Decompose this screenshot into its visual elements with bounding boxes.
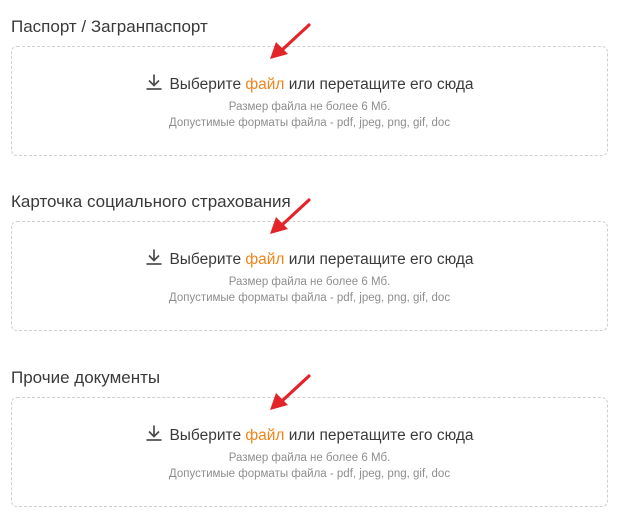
choose-text: Выберите (169, 251, 242, 268)
choose-file-link[interactable]: файл (245, 251, 284, 268)
file-dropzone[interactable]: Выберите файл или перетащите его сюда Ра… (11, 221, 608, 331)
drag-here-text: или перетащите его сюда (288, 76, 474, 93)
download-arrow-icon (146, 425, 162, 441)
drag-here-text: или перетащите его сюда (288, 427, 474, 444)
file-formats-hint: Допустимые форматы файла - pdf, jpeg, pn… (168, 292, 451, 304)
dropzone-main-text: Выберите файл или перетащите его сюда (12, 424, 607, 446)
drag-here-text: или перетащите его сюда (288, 251, 474, 268)
file-size-hint: Размер файла не более 6 Мб. (228, 101, 391, 113)
file-formats-hint: Допустимые форматы файла - pdf, jpeg, pn… (168, 468, 451, 480)
file-size-hint: Размер файла не более 6 Мб. (228, 452, 391, 464)
download-arrow-icon (146, 74, 162, 90)
section-title: Прочие документы (11, 368, 161, 387)
choose-file-link[interactable]: файл (245, 76, 284, 93)
choose-file-link[interactable]: файл (245, 427, 284, 444)
dropzone-main-text: Выберите файл или перетащите его сюда (12, 73, 607, 95)
download-arrow-icon (146, 249, 162, 265)
section-title: Паспорт / Загранпаспорт (11, 17, 208, 36)
file-size-hint: Размер файла не более 6 Мб. (228, 276, 391, 288)
choose-text: Выберите (169, 76, 242, 93)
dropzone-main-text: Выберите файл или перетащите его сюда (12, 248, 607, 270)
file-dropzone[interactable]: Выберите файл или перетащите его сюда Ра… (11, 397, 608, 507)
file-dropzone[interactable]: Выберите файл или перетащите его сюда Ра… (11, 46, 608, 156)
file-formats-hint: Допустимые форматы файла - pdf, jpeg, pn… (168, 117, 451, 129)
choose-text: Выберите (169, 427, 242, 444)
section-title: Карточка социального страхования (11, 192, 291, 211)
